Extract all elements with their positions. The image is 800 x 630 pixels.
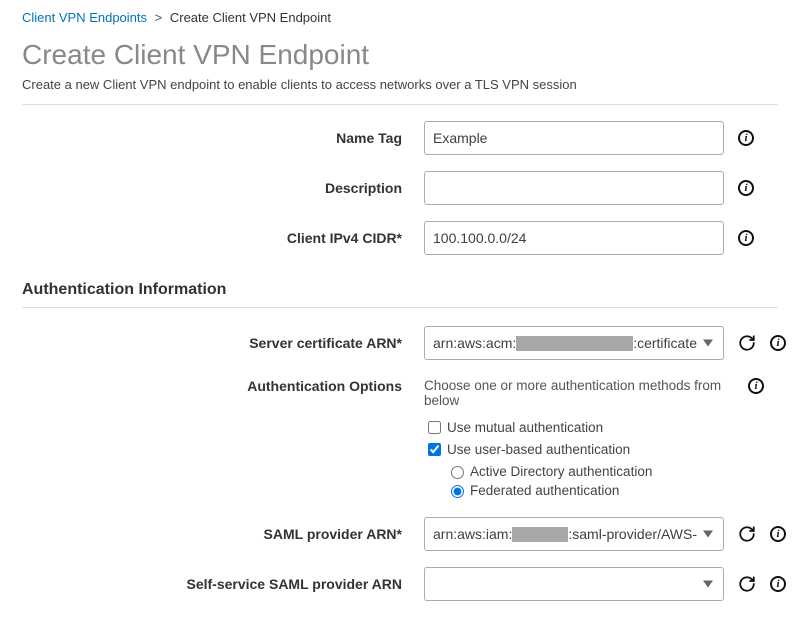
saml-select[interactable]: arn:aws:iam: :saml-provider/AWS- [424,517,724,551]
info-icon[interactable]: i [770,526,786,542]
cidr-label: Client IPv4 CIDR* [22,230,424,246]
field-row-server-cert: Server certificate ARN* arn:aws:acm: :cer… [22,326,778,360]
ad-auth-label: Active Directory authentication [470,464,652,479]
redacted-block [516,336,633,351]
breadcrumb: Client VPN Endpoints > Create Client VPN… [22,10,778,25]
auth-options-label: Authentication Options [22,378,424,501]
chevron-down-icon [703,340,713,347]
user-based-checkbox[interactable] [428,443,441,456]
field-row-saml: SAML provider ARN* arn:aws:iam: :saml-pro… [22,517,778,551]
server-cert-select[interactable]: arn:aws:acm: :certificate [424,326,724,360]
saml-label: SAML provider ARN* [22,526,424,542]
info-icon[interactable]: i [748,378,764,394]
mutual-auth-checkbox[interactable] [428,421,441,434]
user-based-label: Use user-based authentication [447,442,630,457]
cidr-input[interactable] [424,221,724,255]
federated-auth-radio-row[interactable]: Federated authentication [446,482,764,498]
refresh-icon[interactable] [738,525,756,543]
field-row-ss-saml: Self-service SAML provider ARN i [22,567,778,601]
description-label: Description [22,180,424,196]
info-icon[interactable]: i [770,576,786,592]
saml-suffix: :saml-provider/AWS- [568,526,697,542]
page-title: Create Client VPN Endpoint [22,39,778,71]
federated-auth-label: Federated authentication [470,483,619,498]
field-row-description: Description i [22,171,778,205]
description-input[interactable] [424,171,724,205]
name-tag-input[interactable] [424,121,724,155]
chevron-down-icon [703,581,713,588]
field-row-cidr: Client IPv4 CIDR* i [22,221,778,255]
server-cert-label: Server certificate ARN* [22,335,424,351]
ss-saml-select[interactable] [424,567,724,601]
page-subtitle: Create a new Client VPN endpoint to enab… [22,77,778,105]
breadcrumb-separator: > [151,10,167,25]
chevron-down-icon [703,531,713,538]
redacted-block [512,527,568,542]
info-icon[interactable]: i [738,180,754,196]
saml-prefix: arn:aws:iam: [433,526,512,542]
breadcrumb-current: Create Client VPN Endpoint [170,10,331,25]
name-tag-label: Name Tag [22,130,424,146]
server-cert-suffix: :certificate [633,335,697,351]
auth-options-block: Authentication Options Choose one or mor… [22,378,778,501]
info-icon[interactable]: i [770,335,786,351]
ss-saml-label: Self-service SAML provider ARN [22,576,424,592]
auth-options-hint: Choose one or more authentication method… [424,378,738,408]
breadcrumb-root-link[interactable]: Client VPN Endpoints [22,10,147,25]
mutual-auth-checkbox-row[interactable]: Use mutual authentication [424,418,764,437]
auth-section-title: Authentication Information [22,281,778,308]
mutual-auth-label: Use mutual authentication [447,420,603,435]
ad-auth-radio[interactable] [451,466,464,479]
info-icon[interactable]: i [738,130,754,146]
user-based-checkbox-row[interactable]: Use user-based authentication [424,440,764,459]
ad-auth-radio-row[interactable]: Active Directory authentication [446,463,764,479]
field-row-name-tag: Name Tag i [22,121,778,155]
federated-auth-radio[interactable] [451,485,464,498]
server-cert-prefix: arn:aws:acm: [433,335,516,351]
refresh-icon[interactable] [738,334,756,352]
info-icon[interactable]: i [738,230,754,246]
refresh-icon[interactable] [738,575,756,593]
